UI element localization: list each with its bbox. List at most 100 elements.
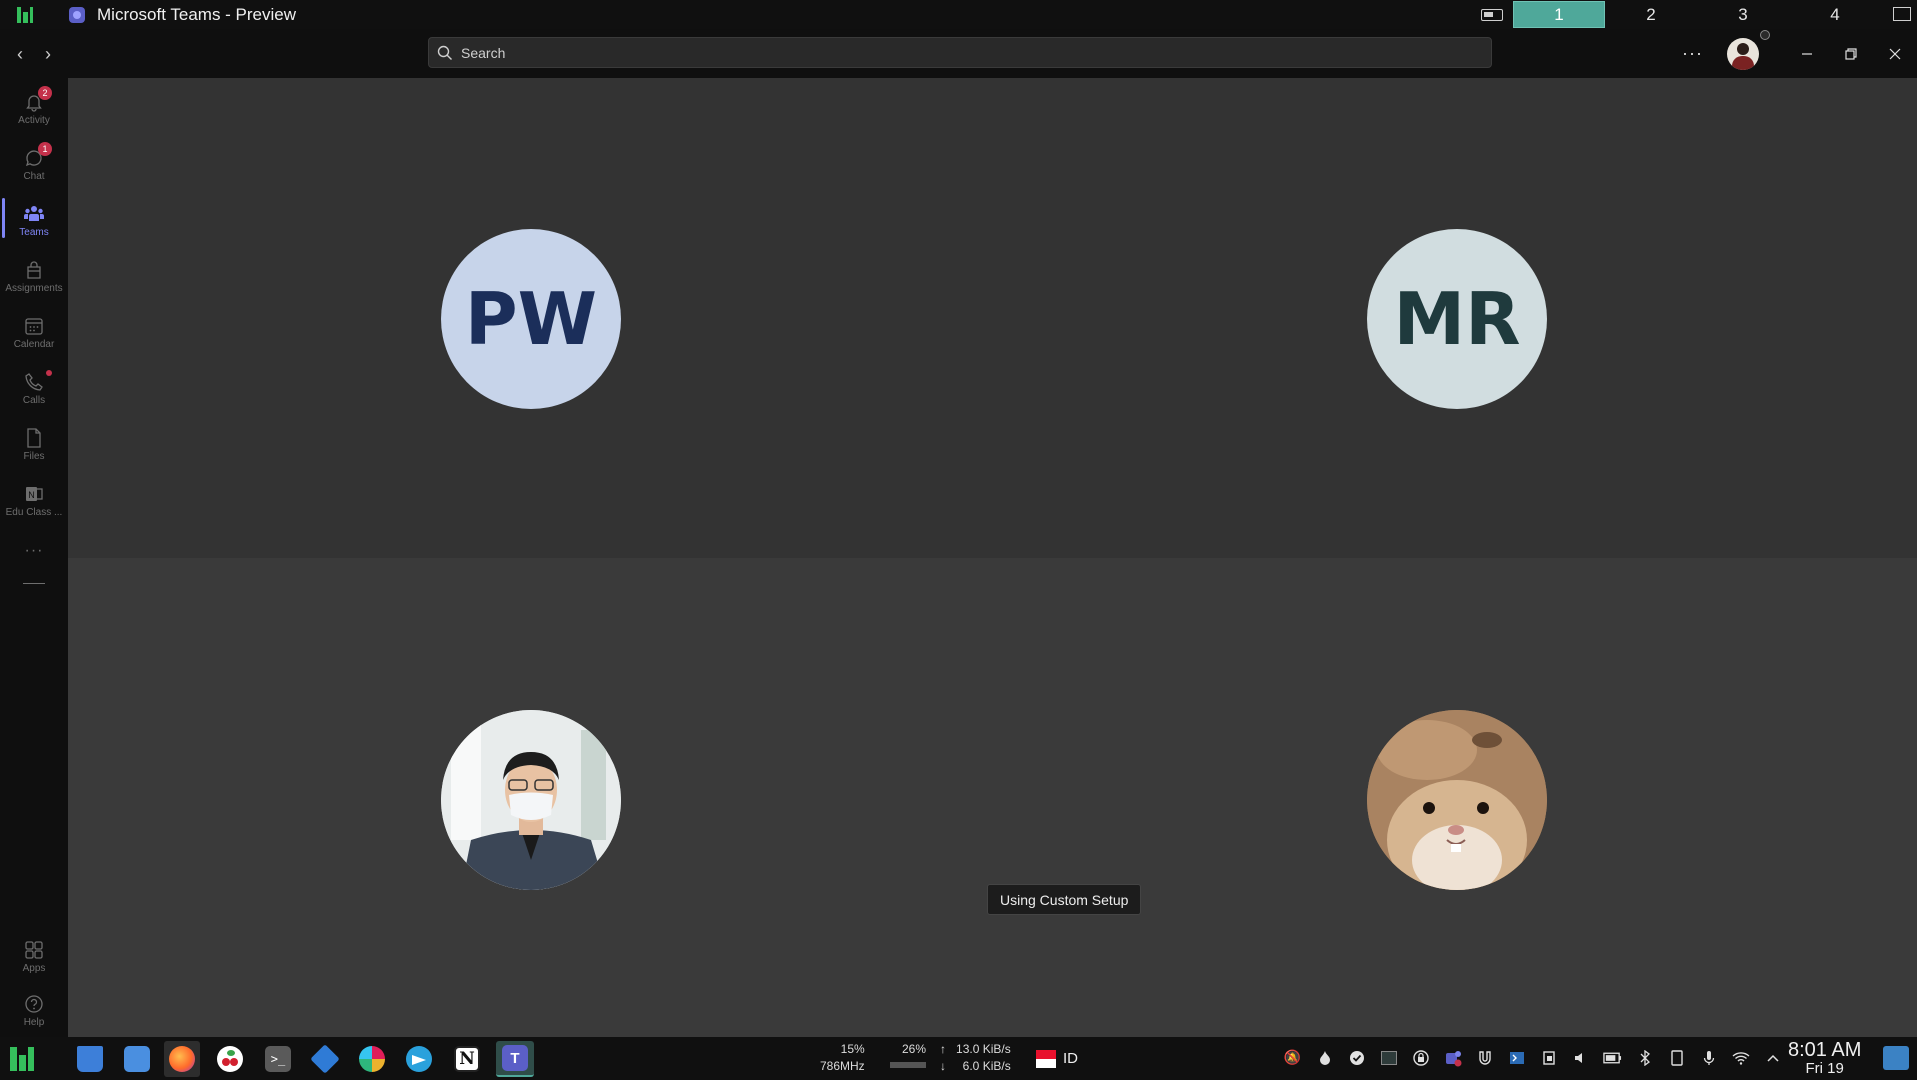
assignments-icon bbox=[27, 260, 41, 279]
rail-item-label: Apps bbox=[22, 962, 46, 974]
microphone-icon[interactable] bbox=[1699, 1048, 1718, 1067]
show-desktop-icon[interactable] bbox=[1893, 7, 1911, 21]
taskbar: >_ N T 15% 786MHz 26% ↑ 13.0 KiB/s ↓ 6.0… bbox=[0, 1037, 1917, 1080]
taskbar-app-slack[interactable] bbox=[354, 1041, 390, 1077]
rail-item-label: Help bbox=[23, 1016, 45, 1028]
powershell-icon[interactable] bbox=[1507, 1048, 1526, 1067]
meeting-stage: PW MR Using Custom Setup bbox=[68, 78, 1917, 1037]
taskbar-app-telegram[interactable] bbox=[401, 1041, 437, 1077]
upload-speed: 13.0 KiB/s bbox=[956, 1042, 1011, 1056]
volume-icon[interactable] bbox=[1571, 1048, 1590, 1067]
wifi-icon[interactable] bbox=[1731, 1048, 1750, 1067]
upload-arrow-icon: ↑ bbox=[940, 1042, 946, 1056]
app-rail: Activity 2 Chat 1 Teams Assignments Cale… bbox=[0, 78, 68, 1037]
minimize-icon[interactable] bbox=[1785, 29, 1829, 78]
vpn-lock-icon[interactable] bbox=[1411, 1048, 1430, 1067]
close-icon[interactable] bbox=[1873, 29, 1917, 78]
back-arrow-icon[interactable]: ‹ bbox=[13, 45, 27, 63]
virtualbox-icon bbox=[310, 1044, 340, 1074]
download-arrow-icon: ↓ bbox=[940, 1059, 946, 1073]
system-tray: 🔕 bbox=[1283, 1048, 1782, 1067]
calendar-widget-icon[interactable] bbox=[1883, 1046, 1909, 1070]
participant-row-bottom bbox=[68, 558, 1917, 1037]
teams-header: ‹ › ··· bbox=[0, 29, 1917, 78]
battery-tray-icon[interactable] bbox=[1603, 1048, 1622, 1067]
rail-item-edu-class[interactable]: N Edu Class ... bbox=[0, 474, 68, 526]
rail-item-label: Calendar bbox=[13, 338, 55, 350]
workspace-2[interactable]: 2 bbox=[1605, 1, 1697, 28]
notifications-off-icon[interactable]: 🔕 bbox=[1283, 1048, 1302, 1067]
tablet-icon[interactable] bbox=[1667, 1048, 1686, 1067]
indonesia-flag-icon[interactable] bbox=[1036, 1050, 1056, 1068]
taskbar-app-file-manager[interactable] bbox=[119, 1041, 155, 1077]
rail-item-help[interactable]: Help bbox=[0, 984, 68, 1036]
rail-item-label: Teams bbox=[19, 226, 49, 238]
clock-date: Fri 19 bbox=[1805, 1060, 1844, 1077]
notification-badge: 2 bbox=[38, 86, 52, 100]
rail-item-apps[interactable]: Apps bbox=[0, 930, 68, 982]
participant-avatar-mr[interactable]: MR bbox=[1367, 229, 1547, 409]
more-options-icon[interactable]: ··· bbox=[1682, 43, 1703, 64]
presence-status-icon bbox=[1760, 30, 1770, 40]
clipboard-icon[interactable] bbox=[1539, 1048, 1558, 1067]
workspace-switcher: 1 2 3 4 bbox=[1481, 0, 1881, 29]
search-bar[interactable] bbox=[428, 37, 1492, 68]
check-circle-icon[interactable] bbox=[1347, 1048, 1366, 1067]
rail-item-files[interactable]: Files bbox=[0, 418, 68, 470]
participant-photo-avatar[interactable] bbox=[441, 710, 621, 890]
svg-text:N: N bbox=[28, 490, 35, 500]
rail-item-activity[interactable]: Activity 2 bbox=[0, 82, 68, 134]
participant-photo-avatar[interactable] bbox=[1367, 710, 1547, 890]
unread-dot bbox=[46, 370, 52, 376]
workspace-3[interactable]: 3 bbox=[1697, 1, 1789, 28]
rail-item-calendar[interactable]: Calendar bbox=[0, 306, 68, 358]
taskbar-app-cherry[interactable] bbox=[212, 1041, 248, 1077]
magnet-icon[interactable] bbox=[1475, 1048, 1494, 1067]
teams-tray-icon[interactable] bbox=[1443, 1048, 1462, 1067]
clock[interactable]: 8:01 AM Fri 19 bbox=[1788, 1039, 1861, 1077]
window-title: Microsoft Teams - Preview bbox=[97, 4, 297, 24]
taskbar-app-virtualbox[interactable] bbox=[307, 1041, 343, 1077]
phone-icon bbox=[25, 372, 43, 391]
hamster-photo bbox=[1367, 710, 1547, 890]
taskbar-app-notion[interactable]: N bbox=[449, 1041, 485, 1077]
download-speed: 6.0 KiB/s bbox=[962, 1059, 1011, 1073]
teams-app-icon bbox=[69, 6, 85, 23]
rail-item-chat[interactable]: Chat 1 bbox=[0, 138, 68, 190]
memory-bar bbox=[890, 1062, 926, 1068]
bluetooth-icon[interactable] bbox=[1635, 1048, 1654, 1067]
chevron-up-icon[interactable] bbox=[1763, 1048, 1782, 1067]
profile-avatar[interactable] bbox=[1727, 37, 1759, 70]
manjaro-menu-button[interactable] bbox=[4, 1041, 40, 1077]
workspace-4[interactable]: 4 bbox=[1789, 1, 1881, 28]
participant-row-top: PW MR bbox=[68, 78, 1917, 558]
forward-arrow-icon[interactable]: › bbox=[41, 45, 55, 63]
search-input[interactable] bbox=[461, 44, 1361, 61]
firefox-icon bbox=[169, 1046, 195, 1072]
flame-icon[interactable] bbox=[1315, 1048, 1334, 1067]
apps-icon bbox=[25, 940, 43, 959]
taskbar-app-terminal[interactable]: >_ bbox=[260, 1041, 296, 1077]
keyboard-language[interactable]: ID bbox=[1063, 1050, 1078, 1067]
workspace-1[interactable]: 1 bbox=[1513, 1, 1605, 28]
taskbar-app-firefox[interactable] bbox=[164, 1041, 200, 1077]
tooltip: Using Custom Setup bbox=[987, 884, 1142, 915]
rail-item-teams[interactable]: Teams bbox=[0, 194, 68, 246]
taskbar-app-files[interactable] bbox=[72, 1041, 108, 1077]
rail-item-calls[interactable]: Calls bbox=[0, 362, 68, 414]
restore-icon[interactable] bbox=[1829, 29, 1873, 78]
taskbar-app-teams[interactable]: T bbox=[496, 1041, 534, 1077]
participant-avatar-pw[interactable]: PW bbox=[441, 229, 621, 409]
rail-item-label: Calls bbox=[22, 394, 46, 406]
memory-monitor: 26% bbox=[890, 1041, 926, 1068]
manjaro-logo-icon[interactable] bbox=[17, 6, 33, 23]
rail-divider bbox=[23, 583, 45, 584]
cpu-percent: 15% bbox=[840, 1042, 865, 1056]
terminal-tray-icon[interactable] bbox=[1379, 1048, 1398, 1067]
teams-icon: T bbox=[502, 1045, 528, 1071]
clock-time: 8:01 AM bbox=[1788, 1039, 1862, 1061]
search-icon bbox=[437, 45, 452, 60]
rail-item-assignments[interactable]: Assignments bbox=[0, 250, 68, 302]
header-actions: ··· bbox=[1682, 29, 1917, 78]
more-apps-icon[interactable]: ··· bbox=[0, 542, 68, 560]
